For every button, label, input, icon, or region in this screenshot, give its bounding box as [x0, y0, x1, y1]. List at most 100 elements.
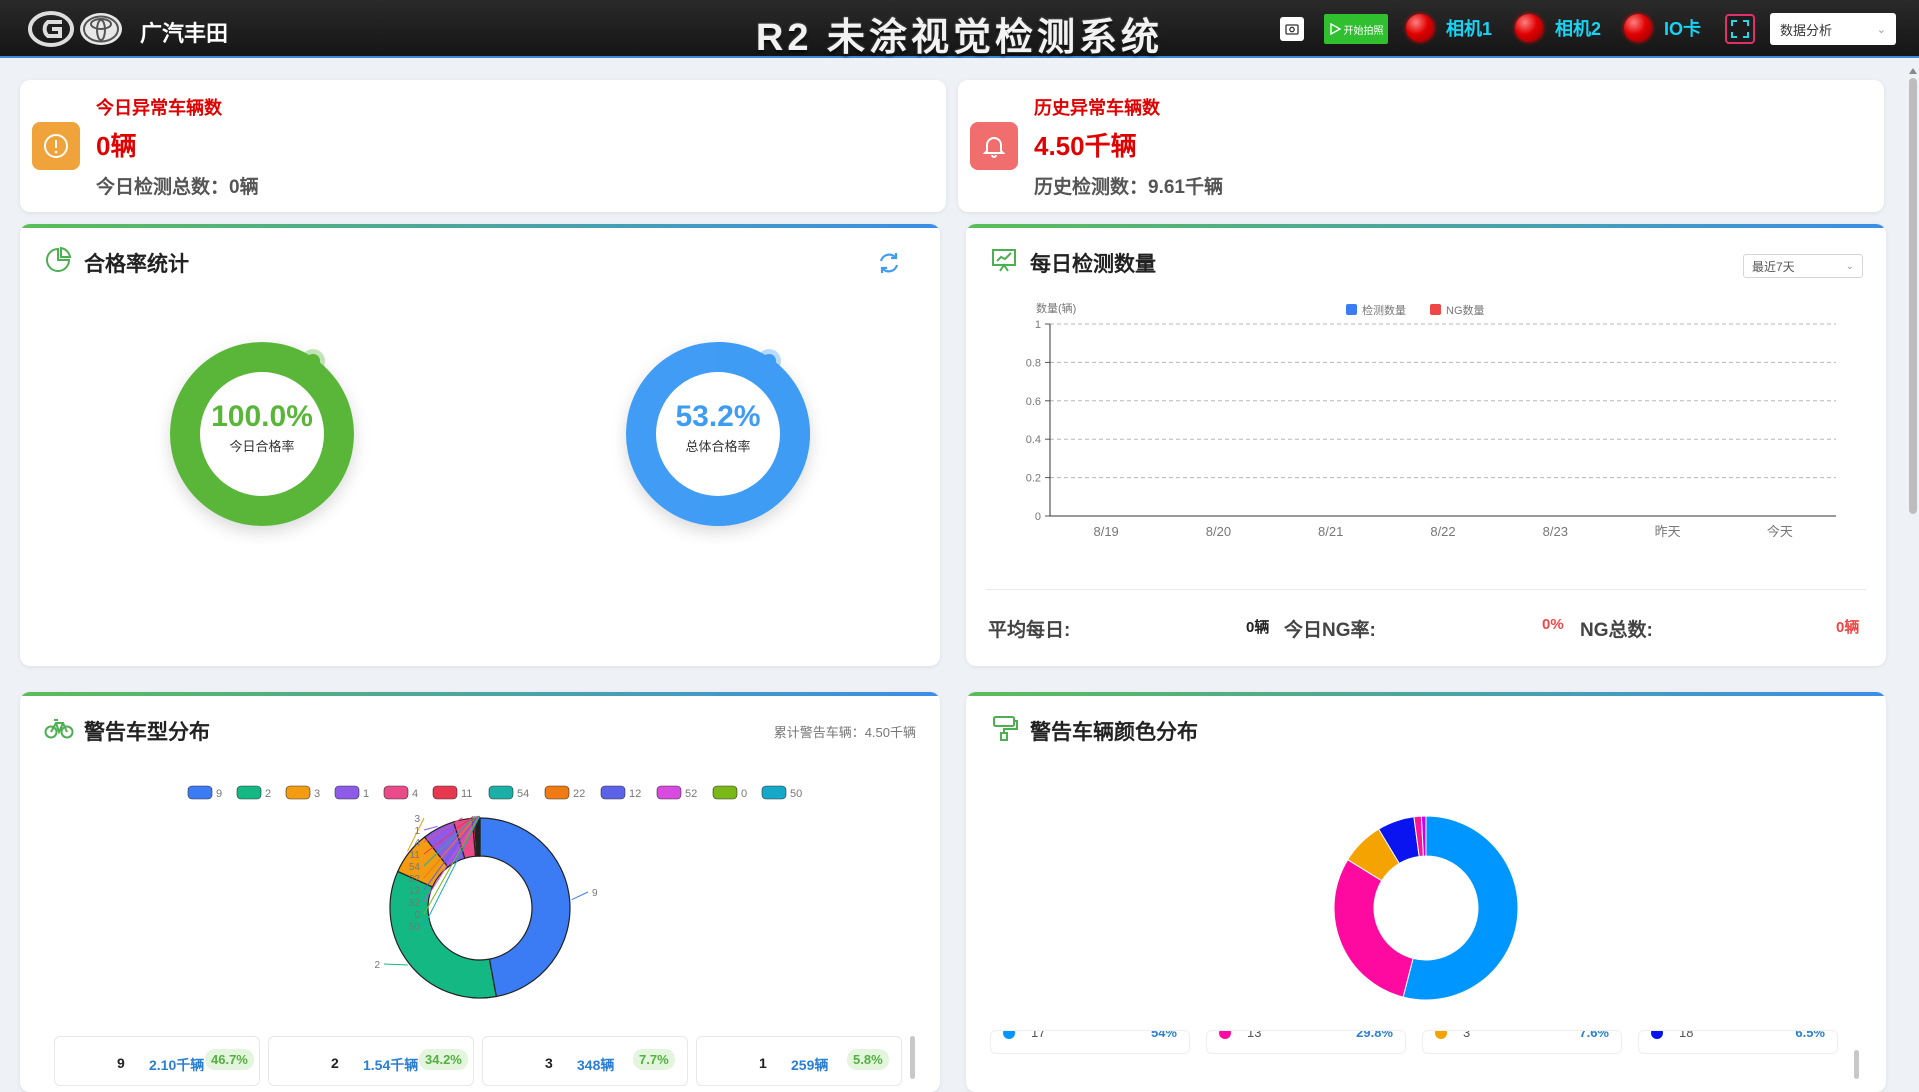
y-tick-label: 1 — [1035, 319, 1041, 331]
model-pct: 7.7% — [633, 1049, 675, 1070]
chevron-down-icon: ⌄ — [1845, 260, 1854, 272]
model-pct: 34.2% — [419, 1049, 468, 1070]
model-label: 9 — [117, 1055, 125, 1071]
page-scrollbar[interactable] — [1908, 62, 1918, 1079]
legend-label: 22 — [573, 788, 585, 800]
card-accent-bar — [20, 224, 940, 228]
legend-swatch — [1346, 304, 1357, 315]
x-tick-label: 昨天 — [1655, 524, 1681, 539]
module-select[interactable]: 数据分析 ⌄ — [1770, 13, 1896, 45]
legend-swatch — [187, 785, 213, 800]
start-capture-label: 开始拍照 — [1343, 25, 1384, 37]
legend-swatch — [544, 785, 570, 800]
slice-label: 52 — [409, 898, 421, 909]
ng-rate-label: 今日NG率: — [1284, 620, 1376, 641]
slice-label: 54 — [409, 862, 421, 873]
color-pct: 29.8% — [1356, 1030, 1393, 1040]
legend-swatch — [712, 785, 738, 800]
play-icon — [1329, 23, 1341, 35]
overall-pass-rate-value: 53.2% — [675, 400, 761, 433]
color-swatch — [1651, 1031, 1663, 1039]
leader-line — [383, 963, 408, 966]
slice-label: 2 — [374, 960, 380, 971]
legend-label: 50 — [790, 788, 802, 800]
pie-slice — [478, 817, 481, 857]
warning-circle-icon — [32, 122, 80, 170]
fullscreen-icon — [1731, 20, 1749, 38]
legend-label: 2 — [265, 788, 271, 800]
legend-swatch — [432, 785, 458, 800]
legend-label: 12 — [629, 788, 641, 800]
date-range-select[interactable]: 最近7天 ⌄ — [1743, 254, 1863, 278]
today-pass-rate-caption: 今日合格率 — [229, 439, 295, 454]
legend-label: 11 — [461, 788, 472, 800]
device-label: 相机2 — [1555, 19, 1602, 39]
warning-model-pie: 9 2 3 1 4 11 54 22 12 52 0 50923141154221252050 — [187, 785, 802, 999]
color-label: 18 — [1679, 1030, 1694, 1040]
start-capture-button[interactable]: 开始拍照 — [1324, 14, 1388, 44]
bicycle-icon — [44, 719, 74, 739]
legend-label: 1 — [363, 788, 369, 800]
warning-color-pie — [1333, 815, 1519, 1001]
warning-model-card: 警告车型分布 累计警告车辆：4.50千辆 9 2 3 1 4 11 54 22 12 52 0 50 9… — [20, 692, 940, 1092]
legend-label: 54 — [517, 788, 529, 800]
color-row: 17 54% — [990, 1030, 1190, 1054]
device-io-card: IO卡 — [1624, 14, 1701, 42]
card-title: 警告车型分布 — [84, 721, 210, 744]
model-count: 348辆 — [577, 1057, 615, 1073]
legend-swatch — [383, 785, 409, 800]
color-label: 13 — [1247, 1030, 1262, 1040]
date-range-value: 最近7天 — [1752, 259, 1795, 274]
table-scrollbar[interactable] — [910, 1036, 915, 1079]
color-pct: 54% — [1150, 1030, 1177, 1040]
color-row: 13 29.8% — [1206, 1030, 1406, 1054]
device-label: IO卡 — [1664, 19, 1702, 39]
slice-label: 50 — [409, 922, 421, 933]
device-camera2: 相机2 — [1515, 14, 1601, 42]
status-led-icon — [1624, 14, 1652, 42]
daily-count-chart: 数量(辆) 检测数量 NG数量 0 0.2 0.4 0.6 0.8 1 8/19 8/20 8/21 8… — [1026, 301, 1836, 539]
refresh-icon[interactable] — [876, 250, 902, 276]
bell-icon — [970, 122, 1018, 170]
pie-slice — [1333, 858, 1414, 998]
daily-count-card: 每日检测数量 最近7天 ⌄ 数量(辆) 检测数量 NG数量 0 0.2 0.4 0.6 0.8… — [966, 224, 1886, 666]
legend-swatch — [334, 785, 360, 800]
today-pass-rate-label: 100.0% 今日合格率 — [172, 400, 352, 455]
today-pass-rate-value: 100.0% — [211, 400, 313, 433]
divider — [986, 589, 1866, 590]
top-bar: 广汽丰田 R2 未涂视觉检测系统 开始拍照 相机1 相机2 IO卡 数据分析 ⌄ — [0, 0, 1919, 59]
fullscreen-button[interactable] — [1725, 14, 1755, 44]
legend-label: 52 — [685, 788, 697, 800]
x-tick-label: 8/20 — [1206, 524, 1231, 539]
stat-title: 历史异常车辆数 — [1034, 98, 1160, 118]
ng-rate-value: 0% — [1542, 616, 1564, 633]
overall-pass-rate-label: 53.2% 总体合格率 — [628, 400, 808, 455]
card-accent-bar — [20, 692, 940, 696]
color-pct: 6.5% — [1795, 1030, 1825, 1040]
ring-end-dot — [762, 354, 776, 368]
table-scrollbar[interactable] — [1854, 1050, 1859, 1079]
color-swatch — [1003, 1031, 1015, 1039]
snapshot-button[interactable] — [1280, 17, 1304, 41]
history-anomaly-card: 历史异常车辆数 4.50千辆 历史检测数：9.61千辆 — [958, 80, 1884, 212]
scroll-up-icon[interactable] — [1909, 68, 1917, 74]
slice-label: 0 — [414, 910, 420, 921]
today-anomaly-card: 今日异常车辆数 0辆 今日检测总数：0辆 — [20, 80, 946, 212]
slice-label: 9 — [592, 888, 598, 899]
model-pct: 46.7% — [205, 1049, 254, 1070]
x-tick-label: 8/22 — [1430, 524, 1455, 539]
ng-total-value: 0辆 — [1836, 619, 1860, 636]
x-tick-label: 今天 — [1767, 524, 1793, 539]
legend-label: NG数量 — [1446, 304, 1485, 317]
stat-value: 0辆 — [96, 131, 137, 161]
device-label: 相机1 — [1446, 19, 1493, 39]
stat-title: 今日异常车辆数 — [96, 98, 222, 118]
color-label: 17 — [1031, 1030, 1046, 1040]
scrollbar-thumb[interactable] — [1909, 78, 1917, 514]
avg-daily-label: 平均每日: — [988, 620, 1071, 641]
y-tick-label: 0.2 — [1026, 473, 1041, 485]
legend-swatch — [761, 785, 787, 800]
presentation-chart-icon — [992, 249, 1016, 272]
card-accent-bar — [966, 692, 1886, 696]
chevron-down-icon: ⌄ — [1876, 23, 1886, 36]
